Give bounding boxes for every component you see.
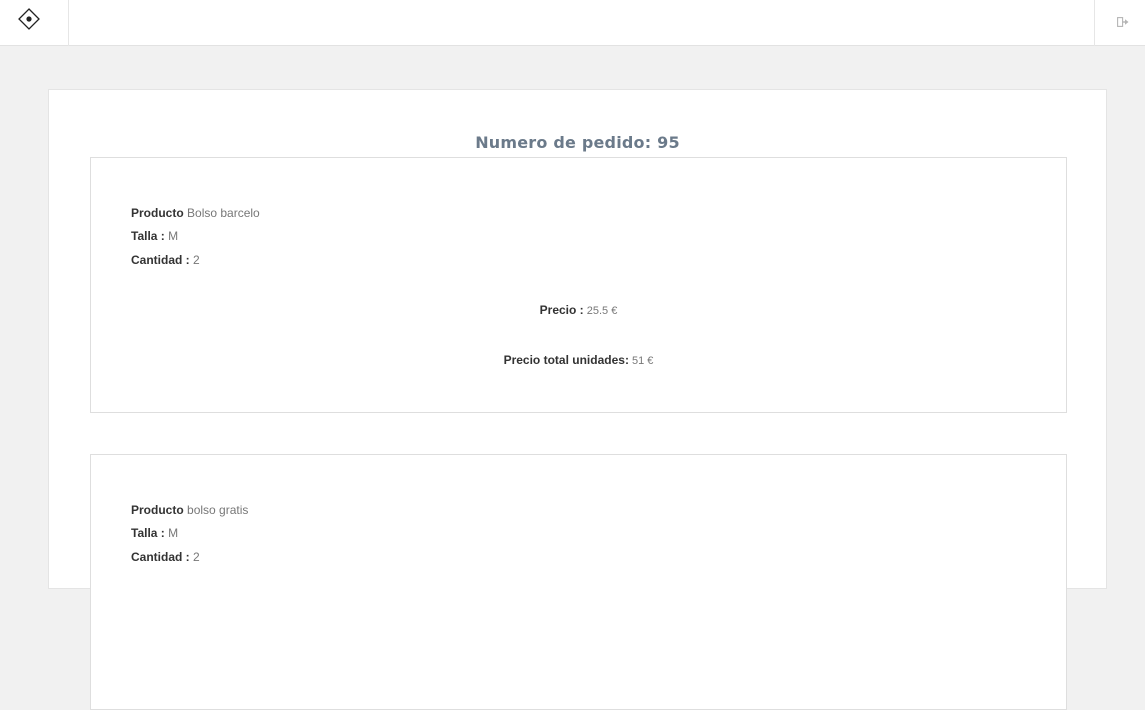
logout-button[interactable] [1094, 0, 1145, 46]
quantity-label: Cantidad : [131, 550, 190, 564]
price-row: Precio : 25.5 € [91, 303, 1066, 318]
order-number: 95 [657, 133, 680, 152]
quantity-row: Cantidad : 2 [131, 550, 200, 564]
size-value: M [168, 229, 179, 243]
price-label: Precio : [539, 303, 584, 317]
total-label: Precio total unidades: [503, 353, 629, 367]
quantity-value: 2 [193, 253, 200, 267]
diamond-logo-icon[interactable] [18, 7, 40, 35]
product-row: Producto bolso gratis [131, 503, 248, 517]
order-title: Numero de pedido: 95 [49, 133, 1106, 152]
product-label: Producto [131, 503, 184, 517]
size-label: Talla : [131, 526, 165, 540]
product-value: bolso gratis [187, 503, 249, 517]
order-title-prefix: Numero de pedido: [475, 133, 652, 152]
size-row: Talla : M [131, 229, 178, 243]
total-value: 51 € [632, 355, 654, 367]
order-item-card: Producto Bolso barcelo Talla : M Cantida… [90, 157, 1067, 413]
order-detail-panel: Numero de pedido: 95 Producto Bolso barc… [48, 89, 1107, 710]
product-label: Producto [131, 206, 184, 220]
quantity-label: Cantidad : [131, 253, 190, 267]
size-label: Talla : [131, 229, 165, 243]
product-value: Bolso barcelo [187, 206, 260, 220]
total-row: Precio total unidades: 51 € [91, 353, 1066, 368]
size-row: Talla : M [131, 526, 178, 540]
quantity-value: 2 [193, 550, 200, 564]
order-item-card: Producto bolso gratis Talla : M Cantidad… [90, 454, 1067, 710]
product-row: Producto Bolso barcelo [131, 206, 260, 220]
logo-cell[interactable] [0, 0, 69, 46]
logout-icon[interactable] [1111, 14, 1129, 32]
quantity-row: Cantidad : 2 [131, 253, 200, 267]
size-value: M [168, 526, 179, 540]
price-value: 25.5 € [586, 305, 618, 317]
top-navbar [0, 0, 1145, 46]
